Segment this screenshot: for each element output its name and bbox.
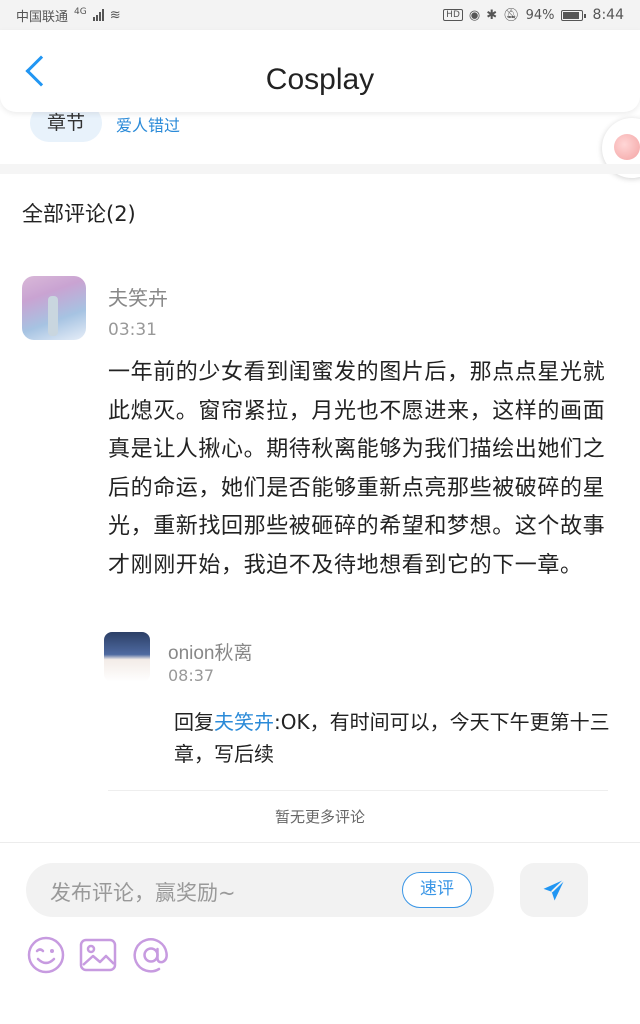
battery-percent: 94% <box>525 7 555 23</box>
reply-avatar[interactable] <box>104 632 150 682</box>
comment-input[interactable]: 发布评论，赢奖励~ 速评 <box>26 863 494 917</box>
comment-time: 03:31 <box>108 320 157 340</box>
chapter-link[interactable]: 爱人错过 <box>116 112 180 136</box>
clock: 8:44 <box>592 7 624 23</box>
reply-username[interactable]: onion秋离 <box>168 638 253 665</box>
signal-icon <box>92 9 104 21</box>
comments-heading: 全部评论(2) <box>22 202 136 226</box>
page-title: Cosplay <box>265 63 375 96</box>
mention-button[interactable] <box>131 935 171 975</box>
mascot-icon <box>614 134 640 160</box>
network-label: 4G <box>74 7 87 17</box>
image-icon <box>79 938 117 972</box>
send-icon <box>543 878 566 901</box>
reply-time: 08:37 <box>168 666 215 685</box>
list-end-divider <box>108 790 608 791</box>
mute-icon: 🔕︎ <box>503 7 520 23</box>
reply-mention[interactable]: 夫笑卉 <box>214 710 274 734</box>
comment-body: 一年前的少女看到闺蜜发的图片后，那点点星光就此熄灭。窗帘紧拉，月光也不愿进来，这… <box>108 360 606 578</box>
hd-icon: HD <box>443 9 463 21</box>
section-divider <box>0 164 640 174</box>
send-button[interactable] <box>520 863 588 917</box>
carrier-label: 中国联通 <box>16 9 69 25</box>
status-bar: 中国联通 4G ≋ HD ◉ ✱ 🔕︎ 94% 8:44 <box>0 0 640 30</box>
comment-username[interactable]: 夫笑卉 <box>108 282 168 311</box>
reply-prefix: 回复 <box>174 710 214 734</box>
quick-comment-button[interactable]: 速评 <box>402 872 472 908</box>
bluetooth-icon: ✱ <box>486 7 498 23</box>
status-left: 中国联通 4G ≋ <box>16 6 121 25</box>
image-button[interactable] <box>78 935 118 975</box>
eye-icon: ◉ <box>468 7 481 23</box>
comment-input-placeholder: 发布评论，赢奖励~ <box>50 881 236 905</box>
battery-icon <box>560 9 586 21</box>
avatar[interactable] <box>22 276 86 340</box>
reply-body: 回复夫笑卉:OK，有时间可以，今天下午更第十三章，写后续 <box>174 706 624 770</box>
no-more-comments: 暂无更多评论 <box>274 808 365 826</box>
emoji-icon <box>27 936 65 974</box>
comment-composer: 发布评论，赢奖励~ 速评 <box>0 842 640 1024</box>
status-right: HD ◉ ✱ 🔕︎ 94% 8:44 <box>443 7 624 23</box>
wifi-icon: ≋ <box>109 7 121 23</box>
at-icon <box>133 938 168 973</box>
nav-header: Cosplay <box>0 30 640 112</box>
emoji-button[interactable] <box>26 935 66 975</box>
